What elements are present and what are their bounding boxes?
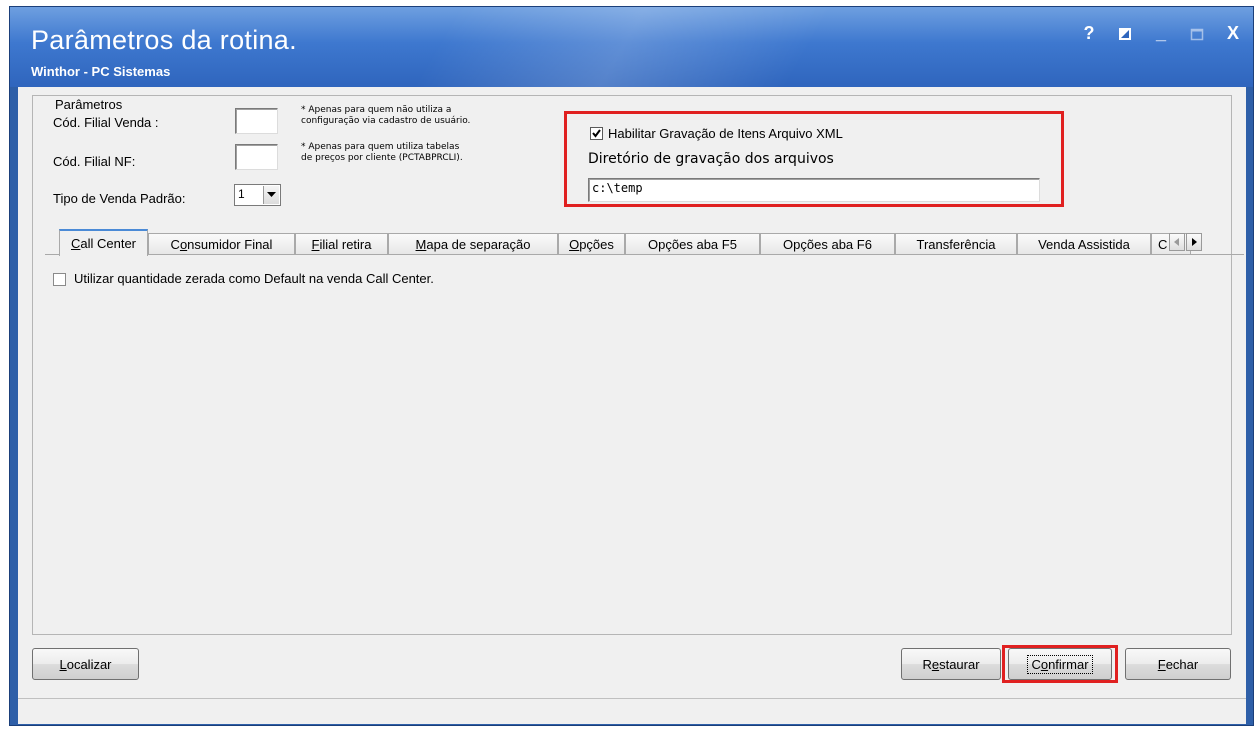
tipo-venda-label: Tipo de Venda Padrão: bbox=[53, 191, 186, 206]
filial-venda-input[interactable] bbox=[235, 108, 278, 134]
call-center-option-label[interactable]: Utilizar quantidade zerada como Default … bbox=[74, 271, 434, 286]
fechar-accel: F bbox=[1157, 656, 1166, 672]
window-controls: ? _ X bbox=[1079, 23, 1243, 44]
tab-opcoes-rest: pções bbox=[579, 237, 614, 252]
tab-mapa-rest: apa de separação bbox=[426, 237, 531, 252]
filial-venda-note: * Apenas para quem não utiliza a configu… bbox=[301, 105, 470, 127]
filial-nf-note-line2: de preços por cliente (PCTABPRCLI). bbox=[301, 153, 463, 163]
tab-filial-rest: ilial retira bbox=[319, 237, 372, 252]
confirmar-button[interactable]: Confirmar bbox=[1008, 648, 1112, 680]
filial-venda-note-line2: configuração via cadastro de usuário. bbox=[301, 116, 471, 126]
restaurar-pre: R bbox=[922, 656, 932, 672]
call-center-option-checkbox[interactable] bbox=[53, 273, 66, 286]
filial-nf-input[interactable] bbox=[235, 144, 278, 170]
window-subtitle: Winthor - PC Sistemas bbox=[31, 64, 171, 79]
localizar-button[interactable]: Localizar bbox=[32, 648, 139, 680]
restore-icon[interactable] bbox=[1115, 27, 1135, 41]
filial-nf-note: * Apenas para quem utiliza tabelas de pr… bbox=[301, 142, 463, 164]
tipo-venda-select[interactable]: 1 bbox=[234, 184, 281, 206]
tab-venda-assistida[interactable]: Venda Assistida bbox=[1017, 233, 1151, 255]
localizar-accel: L bbox=[59, 656, 67, 672]
scroll-left-icon[interactable] bbox=[1169, 233, 1185, 251]
parameters-group-title: Parâmetros bbox=[53, 97, 125, 112]
confirmar-label: Confirmar bbox=[1027, 654, 1093, 674]
title-sheen bbox=[310, 7, 1010, 87]
xml-checkbox-label[interactable]: Habilitar Gravação de Itens Arquivo XML bbox=[608, 126, 843, 141]
filial-venda-note-line1: * Apenas para quem não utiliza a bbox=[301, 105, 452, 115]
directory-input[interactable]: c:\temp bbox=[588, 178, 1040, 202]
main-window: Parâmetros da rotina. Winthor - PC Siste… bbox=[9, 6, 1254, 726]
filial-nf-label: Cód. Filial NF: bbox=[53, 154, 136, 169]
close-button[interactable]: X bbox=[1223, 23, 1243, 44]
dropdown-arrow-icon[interactable] bbox=[263, 186, 279, 204]
filial-nf-note-line1: * Apenas para quem utiliza tabelas bbox=[301, 142, 460, 152]
fechar-button[interactable]: Fechar bbox=[1125, 648, 1231, 680]
minimize-button[interactable]: _ bbox=[1151, 23, 1171, 44]
title-bar[interactable]: Parâmetros da rotina. Winthor - PC Siste… bbox=[10, 7, 1253, 87]
tipo-venda-value: 1 bbox=[238, 187, 245, 201]
maximize-icon[interactable] bbox=[1187, 27, 1207, 41]
status-bar bbox=[18, 698, 1246, 724]
confirmar-pre: C bbox=[1031, 656, 1041, 672]
restaurar-accel: e bbox=[931, 656, 940, 672]
tab-call-center-accel: C bbox=[70, 236, 81, 251]
tab-opcoes-f6[interactable]: Opções aba F6 bbox=[760, 233, 895, 255]
tab-opcoes[interactable]: Opções bbox=[558, 233, 625, 255]
window-title: Parâmetros da rotina. bbox=[31, 25, 297, 55]
button-bar: Localizar Re staurar Confirmar Fechar bbox=[18, 642, 1246, 686]
tab-scroll-buttons bbox=[1169, 233, 1202, 253]
fechar-rest: echar bbox=[1165, 656, 1199, 672]
xml-checkbox[interactable] bbox=[590, 127, 603, 140]
tab-mapa-separacao[interactable]: Mapa de separação bbox=[388, 233, 558, 255]
restaurar-button[interactable]: Re staurar bbox=[901, 648, 1001, 680]
scroll-right-icon[interactable] bbox=[1186, 233, 1202, 251]
localizar-rest: ocalizar bbox=[66, 656, 112, 672]
tab-page-call-center bbox=[45, 254, 1244, 635]
tab-opcoes-accel: O bbox=[569, 237, 580, 252]
tab-consumidor-pre: C bbox=[170, 237, 180, 252]
tab-mapa-accel: M bbox=[415, 237, 427, 252]
tab-filial-accel: F bbox=[311, 237, 320, 252]
confirmar-accel: o bbox=[1040, 656, 1049, 672]
tab-transferencia[interactable]: Transferência bbox=[895, 233, 1017, 255]
tab-consumidor-accel: o bbox=[179, 237, 188, 252]
confirmar-rest: nfirmar bbox=[1048, 656, 1089, 672]
tab-call-center-rest: all Center bbox=[80, 236, 137, 251]
help-button[interactable]: ? bbox=[1079, 23, 1099, 44]
directory-label: Diretório de gravação dos arquivos bbox=[588, 151, 834, 167]
client-area: Parâmetros Cód. Filial Venda : * Apenas … bbox=[18, 87, 1246, 698]
tab-consumidor-final[interactable]: Co nsumidor Final bbox=[148, 233, 295, 255]
tab-call-center[interactable]: Call Center bbox=[59, 229, 148, 256]
tab-opcoes-f5[interactable]: Opções aba F5 bbox=[625, 233, 760, 255]
tab-filial-retira[interactable]: Filial retira bbox=[295, 233, 388, 255]
tab-consumidor-rest: nsumidor Final bbox=[187, 237, 273, 252]
filial-venda-label: Cód. Filial Venda : bbox=[53, 115, 159, 130]
restaurar-rest: staurar bbox=[939, 656, 980, 672]
